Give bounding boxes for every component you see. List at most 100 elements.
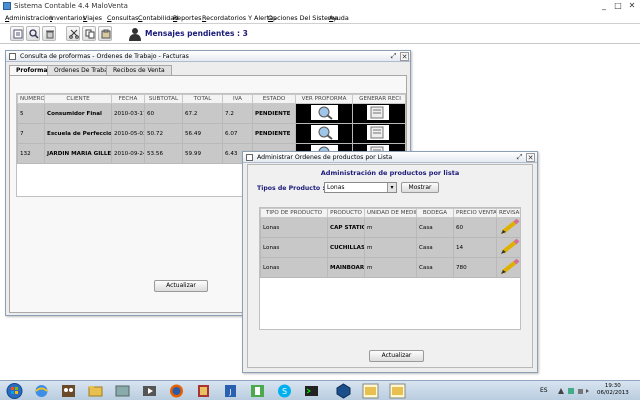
product-type-select[interactable]: Lonas ▾: [324, 182, 397, 193]
close-icon[interactable]: ✕: [400, 52, 409, 61]
cell-numero: 5: [17, 103, 45, 124]
explorer-window-icon[interactable]: [389, 383, 406, 399]
media-icon[interactable]: [141, 383, 158, 399]
orders-table-container: TIPO DE PRODUCTO PRODUCTO UNIDAD DE MEDI…: [259, 207, 521, 330]
close-button[interactable]: ✕: [625, 1, 639, 11]
col-revisar[interactable]: REVISAR: [496, 208, 520, 218]
cell-estado: PENDIENTE: [252, 123, 296, 144]
cell-cliente: Escuela de Perfecciona...: [44, 123, 112, 144]
app-window-icon[interactable]: [114, 383, 131, 399]
menu-ayuda[interactable]: Ayuda: [329, 14, 349, 22]
orders-heading: Administración de productos por lista: [320, 169, 460, 177]
proformas-refresh-button[interactable]: Actualizar: [154, 280, 208, 292]
menu-inventarios[interactable]: Inventarios: [50, 14, 86, 22]
skype-icon[interactable]: S: [276, 383, 293, 399]
table-row[interactable]: Lonas CAP STATION ... m Casa 60: [260, 217, 520, 238]
clipboard-icon: [101, 29, 111, 39]
col-fecha[interactable]: FECHA: [111, 94, 145, 104]
generate-receipt-button[interactable]: [352, 103, 405, 124]
orders-refresh-button[interactable]: Actualizar: [369, 350, 424, 362]
cell-unidad: m: [364, 217, 417, 238]
review-button[interactable]: [496, 257, 520, 278]
terminal-icon[interactable]: [303, 383, 320, 399]
menu-viajes[interactable]: Viajes: [83, 14, 102, 22]
cut-button[interactable]: [66, 26, 80, 41]
review-button[interactable]: [496, 217, 520, 238]
cell-unidad: m: [364, 237, 417, 258]
firefox-icon[interactable]: [168, 383, 185, 399]
cell-numero: 132: [17, 143, 45, 164]
game-icon[interactable]: [195, 383, 212, 399]
owl-icon[interactable]: [60, 383, 77, 399]
cell-tipo: Lonas: [260, 217, 328, 238]
start-icon[interactable]: [6, 383, 23, 399]
explorer-window-icon[interactable]: [362, 383, 379, 399]
pending-messages[interactable]: Mensajes pendientes : 3: [145, 29, 248, 38]
col-generar-recibo[interactable]: GENERAR RECI: [352, 94, 405, 104]
java-icon[interactable]: J: [222, 383, 239, 399]
table-row[interactable]: Lonas MAINBOARD ... m Casa 780: [260, 257, 520, 278]
scissors-icon: [69, 29, 79, 39]
delete-button[interactable]: [42, 26, 56, 41]
restore-icon[interactable]: ⤢: [389, 52, 398, 61]
col-cliente[interactable]: CLIENTE: [44, 94, 112, 104]
view-proforma-button[interactable]: [295, 103, 353, 124]
language-indicator[interactable]: ES: [540, 387, 548, 394]
cell-precio: 14: [453, 237, 497, 258]
phone-icon[interactable]: [249, 383, 266, 399]
menu-consultas[interactable]: Consultas: [107, 14, 138, 22]
close-icon[interactable]: ✕: [526, 153, 535, 162]
svg-text:J: J: [228, 388, 231, 396]
cell-cliente: Consumidor Final: [44, 103, 112, 124]
virtualbox-icon[interactable]: [335, 383, 352, 399]
paste-button[interactable]: [98, 26, 112, 41]
folder-icon[interactable]: [87, 383, 104, 399]
cell-subtotal: 50.72: [144, 123, 183, 144]
view-proforma-button[interactable]: [295, 123, 353, 144]
col-ver-proforma[interactable]: VER PROFORMA: [295, 94, 353, 104]
col-bodega[interactable]: BODEGA: [416, 208, 454, 218]
cell-tipo: Lonas: [260, 237, 328, 258]
cell-estado: PENDIENTE: [252, 103, 296, 124]
col-total[interactable]: TOTAL: [182, 94, 223, 104]
menu-recordatorios[interactable]: Recordatorios Y Alertas: [202, 14, 276, 22]
svg-text:S: S: [282, 387, 287, 396]
col-unidad-medida[interactable]: UNIDAD DE MEDIDA: [364, 208, 417, 218]
generate-receipt-button[interactable]: [352, 123, 405, 144]
col-tipo-producto[interactable]: TIPO DE PRODUCTO: [260, 208, 328, 218]
chevron-down-icon[interactable]: ▾: [387, 183, 396, 192]
copy-icon: [85, 29, 95, 39]
tab-recibos-venta[interactable]: Recibos de Venta: [106, 65, 172, 75]
clock[interactable]: 19:30 06/02/2013: [597, 383, 629, 397]
receipt-icon: [367, 125, 389, 140]
menu-opciones[interactable]: Opciones Del Sistema: [268, 14, 338, 22]
col-estado[interactable]: ESTADO: [252, 94, 296, 104]
col-iva[interactable]: IVA: [222, 94, 253, 104]
pencil-icon: [501, 238, 520, 254]
cell-subtotal: 53.56: [144, 143, 183, 164]
menu-reportes[interactable]: Reportes: [173, 14, 201, 22]
table-row[interactable]: 5 Consumidor Final 2010-03-17 60 67.2 7.…: [17, 103, 405, 124]
copy-button[interactable]: [82, 26, 96, 41]
new-document-button[interactable]: [10, 26, 24, 41]
review-button[interactable]: [496, 237, 520, 258]
search-button[interactable]: [26, 26, 40, 41]
col-subtotal[interactable]: SUBTOTAL: [144, 94, 183, 104]
restore-icon[interactable]: ⤢: [515, 153, 524, 162]
table-row[interactable]: 7 Escuela de Perfecciona... 2010-05-03 5…: [17, 123, 405, 144]
menu-administracion[interactable]: Administracion: [5, 14, 53, 22]
magnifier-icon: [311, 105, 338, 120]
table-row[interactable]: Lonas CUCHILLAS C... m Casa 14: [260, 237, 520, 258]
pencil-icon: [501, 218, 520, 234]
col-precio-venta[interactable]: PRECIO VENTA: [453, 208, 497, 218]
browser-icon[interactable]: [33, 383, 50, 399]
cell-precio: 60: [453, 217, 497, 238]
col-producto[interactable]: PRODUCTO: [327, 208, 365, 218]
system-tray-icons[interactable]: [556, 386, 592, 396]
maximize-button[interactable]: □: [611, 1, 625, 11]
cell-cliente: JARDIN MARIA GILLERM...: [44, 143, 112, 164]
col-numero[interactable]: NUMERO: [17, 94, 45, 104]
orders-window: Administrar Ordenes de productos por Lis…: [242, 151, 538, 373]
minimize-button[interactable]: _: [597, 1, 611, 11]
show-button[interactable]: Mostrar: [401, 182, 439, 193]
